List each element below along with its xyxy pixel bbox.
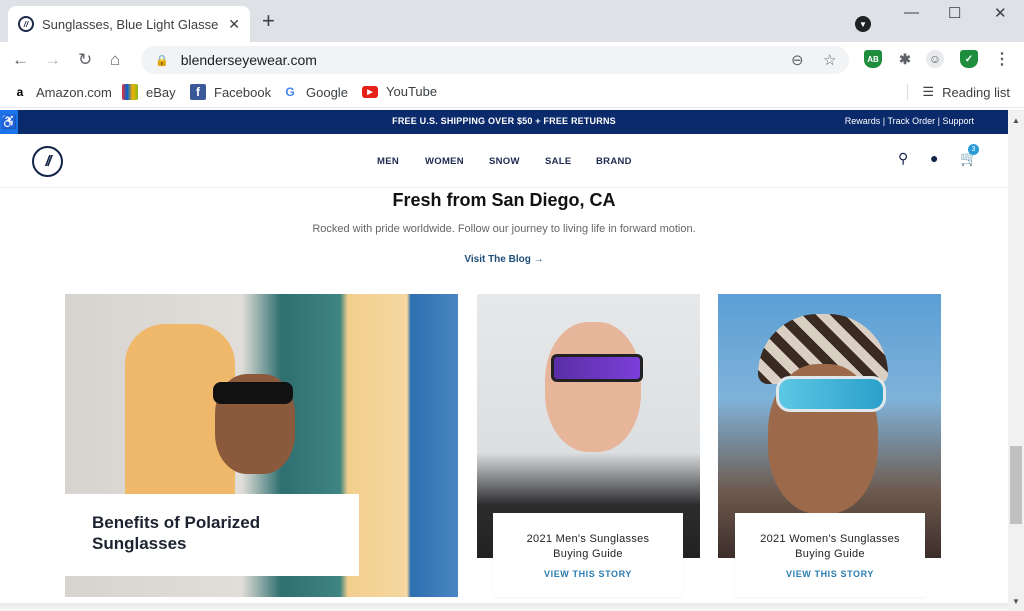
- maximize-icon[interactable]: ☐: [948, 4, 961, 22]
- bookmark-label: Amazon.com: [36, 84, 112, 100]
- window-bottom-edge: [0, 603, 1008, 611]
- reading-list-icon: ☰: [922, 84, 935, 99]
- nav-men[interactable]: MEN: [377, 156, 399, 167]
- sunglasses-image: [776, 376, 886, 412]
- url-text: blenderseyewear.com: [180, 52, 317, 68]
- browser-tab[interactable]: // Sunglasses, Blue Light Glasses & ✕: [8, 6, 250, 42]
- view-story-link[interactable]: VIEW THIS STORY: [735, 569, 925, 579]
- reload-icon[interactable]: ↻: [78, 50, 92, 70]
- story-title: Buying Guide: [795, 548, 865, 560]
- support-link[interactable]: Support: [942, 116, 974, 126]
- account-icon[interactable]: ●: [930, 150, 938, 166]
- close-window-icon[interactable]: ✕: [994, 4, 1007, 22]
- nav-brand[interactable]: BRAND: [596, 156, 632, 167]
- bookmark-label: Facebook: [214, 84, 272, 100]
- home-icon[interactable]: ⌂: [110, 50, 120, 70]
- page-scrollbar[interactable]: ▲ ▼: [1008, 110, 1024, 611]
- story-title: 2021 Men's Sunglasses: [526, 533, 650, 545]
- reading-list-button[interactable]: ☰ Reading list: [907, 84, 1010, 100]
- bookmark-ebay[interactable]: eBay: [122, 84, 176, 100]
- top-links: Rewards | Track Order | Support: [844, 116, 974, 126]
- google-icon: G: [285, 85, 295, 99]
- lock-icon: 🔒: [155, 54, 169, 67]
- promo-banner: FREE U.S. SHIPPING OVER $50 + FREE RETUR…: [0, 110, 1008, 134]
- new-tab-icon[interactable]: +: [262, 10, 275, 32]
- facebook-icon: f: [190, 84, 206, 100]
- story-title: Sunglasses: [92, 534, 187, 553]
- profile-icon[interactable]: ☺: [926, 50, 944, 68]
- media-control-icon[interactable]: ▼: [855, 16, 871, 32]
- ebay-icon: [122, 84, 138, 100]
- bookmarks-bar: a Amazon.com eBay f Facebook G Google ▶ …: [0, 78, 1024, 108]
- section-title: Fresh from San Diego, CA: [392, 190, 616, 210]
- search-icon[interactable]: ⚲: [898, 150, 908, 167]
- track-order-link[interactable]: Track Order: [887, 116, 935, 126]
- scroll-down-icon[interactable]: ▼: [1008, 593, 1024, 609]
- visit-blog-link[interactable]: Visit The Blog →: [0, 254, 1008, 265]
- bookmark-facebook[interactable]: f Facebook: [190, 84, 271, 100]
- story-title: 2021 Women's Sunglasses: [760, 533, 900, 545]
- back-icon[interactable]: ←: [12, 50, 29, 70]
- rewards-link[interactable]: Rewards: [845, 116, 881, 126]
- bookmark-google[interactable]: G Google: [282, 84, 348, 100]
- bookmark-amazon[interactable]: a Amazon.com: [12, 84, 112, 100]
- blenders-logo[interactable]: //: [32, 146, 63, 177]
- address-bar[interactable]: 🔒 blenderseyewear.com: [141, 46, 849, 74]
- accessibility-icon[interactable]: ♿: [0, 110, 18, 134]
- story-caption-polarized[interactable]: Benefits of Polarized Sunglasses: [65, 494, 359, 576]
- extensions-puzzle-icon[interactable]: ✱: [896, 50, 914, 68]
- zoom-icon[interactable]: ⊖: [791, 51, 804, 69]
- site-header: // MEN WOMEN SNOW SALE BRAND ⚲ ● 🛒 3: [0, 134, 1008, 188]
- scroll-up-icon[interactable]: ▲: [1008, 112, 1024, 128]
- nav-sale[interactable]: SALE: [545, 156, 572, 167]
- page-viewport: FREE U.S. SHIPPING OVER $50 + FREE RETUR…: [0, 110, 1008, 611]
- security-shield-icon[interactable]: ✓: [960, 50, 978, 68]
- cart-count-badge: 3: [968, 144, 979, 155]
- scroll-thumb[interactable]: [1010, 446, 1022, 524]
- reading-list-label: Reading list: [942, 84, 1010, 100]
- minimize-icon[interactable]: —: [904, 4, 919, 21]
- bookmark-label: Google: [306, 84, 348, 100]
- story-caption-womens: 2021 Women's Sunglasses Buying Guide VIE…: [735, 513, 925, 597]
- forward-icon[interactable]: →: [44, 50, 61, 70]
- youtube-icon: ▶: [362, 85, 378, 98]
- amazon-icon: a: [16, 85, 24, 99]
- bookmark-star-icon[interactable]: ☆: [823, 51, 836, 69]
- nav-women[interactable]: WOMEN: [425, 156, 464, 167]
- tab-title: Sunglasses, Blue Light Glasses &: [42, 16, 218, 32]
- view-story-link[interactable]: VIEW THIS STORY: [493, 569, 683, 579]
- nav-snow[interactable]: SNOW: [489, 156, 520, 167]
- sunglasses-image: [213, 382, 293, 404]
- close-tab-icon[interactable]: ✕: [228, 16, 240, 33]
- more-menu-icon[interactable]: ⋮: [993, 50, 1011, 68]
- story-title: Buying Guide: [553, 548, 623, 560]
- sunglasses-image: [551, 354, 643, 382]
- adblock-extension-icon[interactable]: AB: [864, 50, 882, 68]
- face-image: [545, 322, 641, 452]
- story-title: Benefits of Polarized: [92, 513, 261, 532]
- section-subtitle: Rocked with pride worldwide. Follow our …: [312, 223, 696, 235]
- bookmark-label: YouTube: [386, 84, 438, 99]
- story-caption-mens: 2021 Men's Sunglasses Buying Guide VIEW …: [493, 513, 683, 597]
- bookmark-youtube[interactable]: ▶ YouTube: [362, 84, 437, 99]
- browser-tab-strip: // Sunglasses, Blue Light Glasses & ✕ + …: [0, 0, 1024, 42]
- site-favicon-icon: //: [18, 16, 34, 32]
- bookmark-label: eBay: [146, 84, 176, 100]
